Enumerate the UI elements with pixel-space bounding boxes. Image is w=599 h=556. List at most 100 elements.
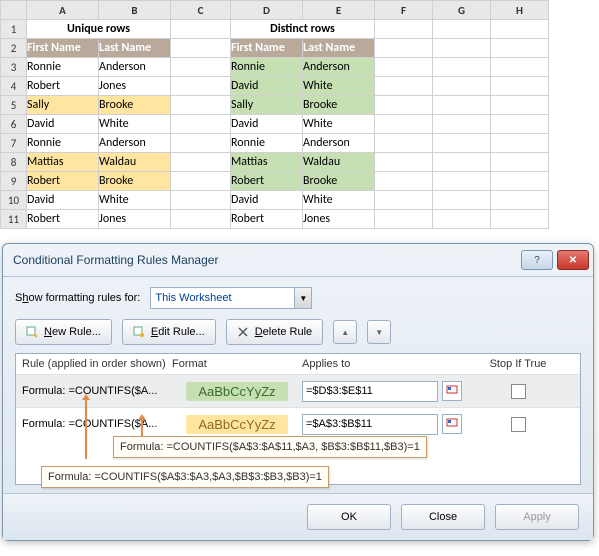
row-header[interactable]: 1 [1, 20, 27, 39]
cell[interactable]: Ronnie [27, 58, 99, 77]
scope-label: Show formatting rules for: [15, 292, 140, 304]
cell[interactable]: Ronnie [231, 134, 303, 153]
cell[interactable]: David [231, 77, 303, 96]
dialog-titlebar[interactable]: Conditional Formatting Rules Manager ? ✕ [3, 244, 593, 277]
edit-rule-button[interactable]: Edit Rule... [122, 319, 216, 345]
dialog-footer: OK Close Apply [3, 493, 593, 540]
row-header[interactable]: 7 [1, 134, 27, 153]
cell[interactable]: Ronnie [231, 58, 303, 77]
annotation-arrow-icon [85, 399, 87, 459]
row-header[interactable]: 6 [1, 115, 27, 134]
apply-button[interactable]: Apply [495, 504, 579, 530]
rules-header-applies: Applies to [302, 358, 462, 370]
col-header[interactable]: F [375, 1, 433, 20]
scope-value: This Worksheet [151, 292, 294, 304]
cell[interactable]: Jones [303, 210, 375, 229]
callout-tooltip: Formula: =COUNTIFS($A$3:$A3,$A3,$B$3:$B3… [41, 466, 329, 488]
row-header[interactable]: 5 [1, 96, 27, 115]
rules-header-stop: Stop If True [462, 358, 574, 370]
cell[interactable]: David [231, 191, 303, 210]
move-up-button[interactable]: ▲ [333, 320, 357, 344]
rule-format-preview: AaBbCcYyZz [172, 417, 302, 432]
table-header-cell[interactable]: Last Name [303, 39, 375, 58]
cell[interactable]: Anderson [99, 134, 171, 153]
col-header[interactable]: A [27, 1, 99, 20]
row-header[interactable]: 10 [1, 191, 27, 210]
rule-row[interactable]: Formula: =COUNTIFS($A... AaBbCcYyZz =$D$… [16, 374, 580, 407]
stop-if-true-checkbox[interactable] [511, 384, 526, 399]
rules-header-format: Format [172, 358, 302, 370]
delete-rule-button[interactable]: Delete Rule [226, 319, 324, 345]
col-header[interactable]: C [171, 1, 231, 20]
cell[interactable]: Sally [27, 96, 99, 115]
rule-name: Formula: =COUNTIFS($A... [22, 418, 172, 430]
cell[interactable]: Mattias [231, 153, 303, 172]
range-selector-button[interactable] [442, 414, 462, 434]
cell[interactable]: Robert [231, 210, 303, 229]
cell[interactable]: Robert [27, 210, 99, 229]
cell[interactable]: Jones [99, 210, 171, 229]
stop-if-true-checkbox[interactable] [511, 417, 526, 432]
cell[interactable]: White [99, 115, 171, 134]
cell[interactable]: Waldau [99, 153, 171, 172]
applies-to-input[interactable]: =$A$3:$B$11 [302, 414, 438, 435]
new-rule-icon [26, 326, 38, 338]
col-header[interactable]: E [303, 1, 375, 20]
cell[interactable]: Waldau [303, 153, 375, 172]
table-header-cell[interactable]: First Name [27, 39, 99, 58]
cell[interactable]: David [231, 115, 303, 134]
chevron-down-icon: ▼ [294, 288, 311, 308]
row-header[interactable]: 8 [1, 153, 27, 172]
close-dialog-button[interactable]: Close [401, 504, 485, 530]
cell[interactable]: Brooke [303, 172, 375, 191]
cell[interactable]: David [27, 191, 99, 210]
scope-dropdown[interactable]: This Worksheet ▼ [150, 287, 312, 309]
new-rule-button[interactable]: New Rule... [15, 319, 112, 345]
row-header[interactable]: 9 [1, 172, 27, 191]
row-header[interactable]: 3 [1, 58, 27, 77]
close-button[interactable]: ✕ [557, 250, 589, 270]
ok-button[interactable]: OK [307, 504, 391, 530]
conditional-formatting-dialog: Conditional Formatting Rules Manager ? ✕… [2, 243, 594, 541]
cell[interactable]: White [303, 115, 375, 134]
spreadsheet-grid[interactable]: A B C D E F G H 1 Unique rows Distinct r… [0, 0, 549, 229]
cell[interactable]: Mattias [27, 153, 99, 172]
col-header[interactable]: H [491, 1, 549, 20]
col-header[interactable]: G [433, 1, 491, 20]
move-down-button[interactable]: ▼ [367, 320, 391, 344]
cell[interactable]: Robert [27, 77, 99, 96]
row-header[interactable]: 4 [1, 77, 27, 96]
cell[interactable]: Anderson [303, 58, 375, 77]
table-header-cell[interactable]: First Name [231, 39, 303, 58]
row-header[interactable]: 2 [1, 39, 27, 58]
row-header[interactable]: 11 [1, 210, 27, 229]
col-header[interactable]: D [231, 1, 303, 20]
cell[interactable]: Ronnie [27, 134, 99, 153]
col-header[interactable]: B [99, 1, 171, 20]
section-header-unique[interactable]: Unique rows [27, 20, 171, 39]
cell[interactable]: Anderson [99, 58, 171, 77]
cell[interactable]: Robert [231, 172, 303, 191]
cell[interactable]: White [99, 191, 171, 210]
cell[interactable]: David [27, 115, 99, 134]
rules-header-rule: Rule (applied in order shown) [22, 358, 172, 370]
dialog-title: Conditional Formatting Rules Manager [13, 253, 218, 267]
cell[interactable]: Brooke [99, 172, 171, 191]
cell[interactable]: Brooke [99, 96, 171, 115]
cell[interactable]: Anderson [303, 134, 375, 153]
cell[interactable]: White [303, 191, 375, 210]
cell[interactable]: Robert [27, 172, 99, 191]
corner-cell[interactable] [1, 1, 27, 20]
range-selector-button[interactable] [442, 381, 462, 401]
cell[interactable]: Brooke [303, 96, 375, 115]
cell[interactable]: Sally [231, 96, 303, 115]
cell[interactable]: Jones [99, 77, 171, 96]
table-header-cell[interactable]: Last Name [99, 39, 171, 58]
delete-icon [237, 326, 249, 338]
help-button[interactable]: ? [521, 250, 553, 270]
callout-tooltip: Formula: =COUNTIFS($A$3:$A$11,$A3, $B$3:… [113, 436, 427, 458]
applies-to-input[interactable]: =$D$3:$E$11 [302, 381, 438, 402]
section-header-distinct[interactable]: Distinct rows [231, 20, 375, 39]
edit-rule-icon [133, 326, 145, 338]
cell[interactable]: White [303, 77, 375, 96]
